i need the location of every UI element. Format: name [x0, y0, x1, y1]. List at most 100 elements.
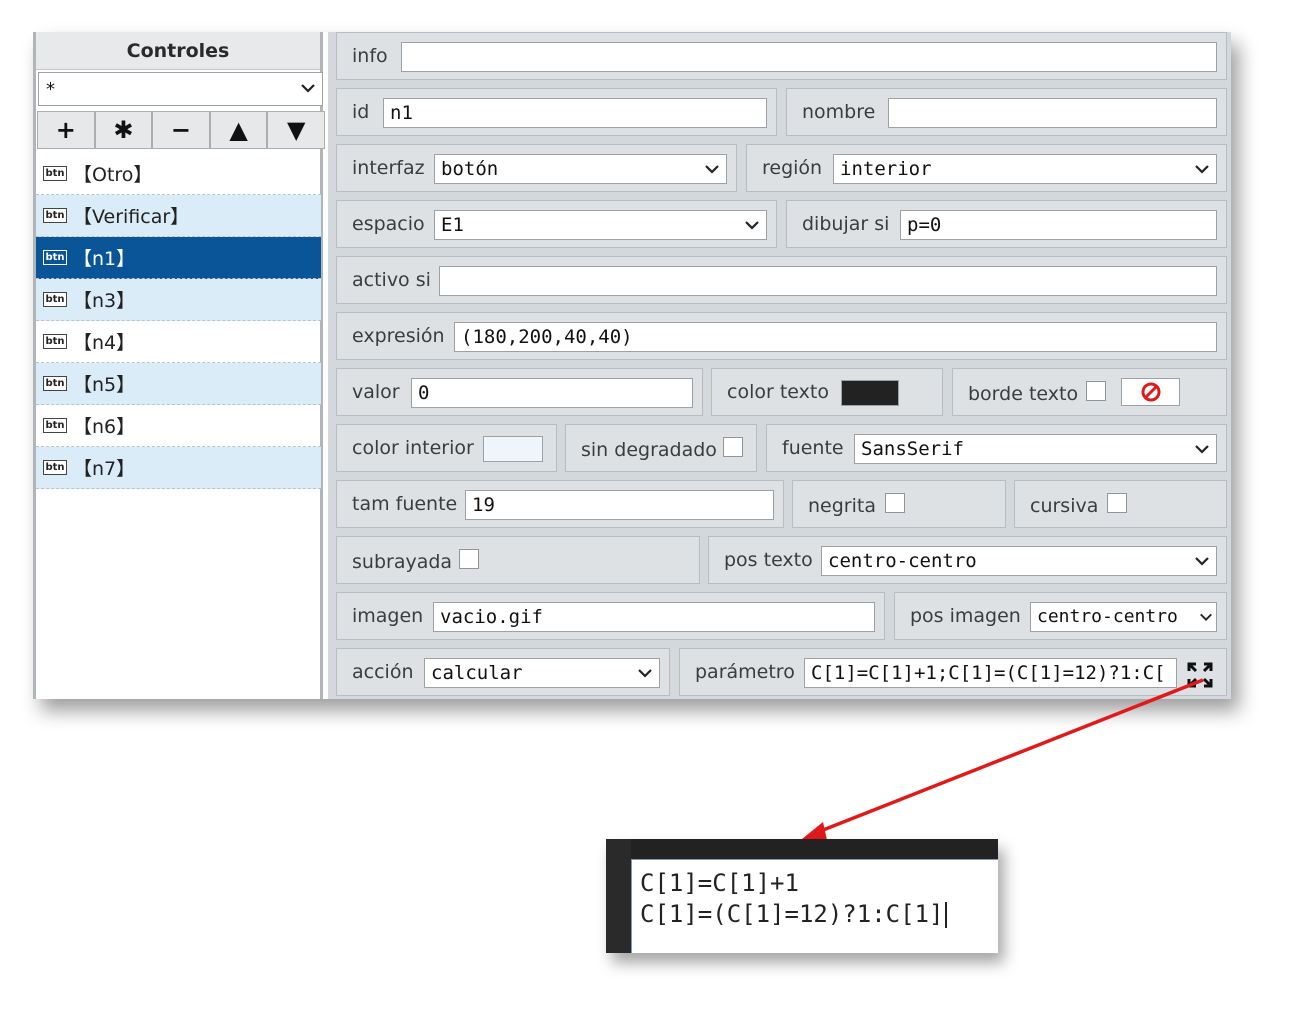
fuente-value: SansSerif	[861, 438, 964, 460]
sin-degradado-checkbox[interactable]	[723, 437, 743, 457]
sin-degradado-field-group: sin degradado	[565, 424, 757, 472]
tam-fuente-label: tam fuente	[352, 493, 458, 515]
valor-input[interactable]: 0	[411, 378, 693, 408]
expresion-field-group: expresión (180,200,40,40)	[336, 312, 1227, 360]
color-texto-label: color texto	[727, 381, 829, 403]
tam-fuente-input[interactable]: 19	[465, 490, 774, 520]
chevron-down-icon	[1200, 613, 1212, 621]
list-item-label: 【n7】	[73, 458, 136, 480]
move-up-button[interactable]: ▲	[209, 111, 268, 149]
id-input[interactable]: n1	[383, 98, 767, 128]
move-down-button[interactable]: ▼	[267, 111, 325, 149]
row-imagen: imagen vacio.gif pos imagen centro-centr…	[336, 592, 1227, 640]
valor-field-group: valor 0	[336, 368, 703, 416]
imagen-field-group: imagen vacio.gif	[336, 592, 885, 640]
espacio-field-group: espacio E1	[336, 200, 777, 248]
parameter-editor-popup: C[1]=C[1]+1 C[1]=(C[1]=12)?1:C[1]	[606, 839, 998, 953]
list-item-label: 【Otro】	[73, 164, 153, 186]
expresion-label: expresión	[352, 325, 445, 347]
color-interior-label: color interior	[352, 437, 474, 459]
dibujar-si-field-group: dibujar si p=0	[786, 200, 1227, 248]
parametro-input[interactable]: C[1]=C[1]+1;C[1]=(C[1]=12)?1:C[	[804, 658, 1177, 688]
parametro-field-group: parámetro C[1]=C[1]+1;C[1]=(C[1]=12)?1:C…	[679, 648, 1227, 696]
chevron-down-icon	[705, 165, 719, 174]
list-item[interactable]: btn 【n3】	[36, 279, 321, 321]
button-type-icon: btn	[43, 292, 67, 307]
espacio-label: espacio	[352, 213, 425, 235]
pos-texto-value: centro-centro	[828, 550, 977, 572]
no-color-icon	[1141, 382, 1161, 402]
row-expresion: expresión (180,200,40,40)	[336, 312, 1227, 360]
button-type-icon: btn	[43, 166, 67, 181]
interfaz-value: botón	[441, 158, 499, 180]
interfaz-select[interactable]: botón	[434, 154, 727, 184]
cursiva-checkbox[interactable]	[1107, 493, 1127, 513]
chevron-down-icon	[1195, 445, 1209, 454]
pos-texto-label: pos texto	[724, 549, 813, 571]
region-select[interactable]: interior	[833, 154, 1217, 184]
interfaz-field-group: interfaz botón	[336, 144, 737, 192]
sin-degradado-label: sin degradado	[581, 439, 717, 461]
pos-imagen-select[interactable]: centro-centro	[1030, 602, 1217, 632]
borde-texto-checkbox[interactable]	[1086, 381, 1106, 401]
list-item[interactable]: btn 【n6】	[36, 405, 321, 447]
borde-texto-field-group: borde texto	[952, 368, 1227, 416]
fuente-field-group: fuente SansSerif	[766, 424, 1227, 472]
list-item[interactable]: btn 【Verificar】	[36, 195, 321, 237]
pos-imagen-field-group: pos imagen centro-centro	[894, 592, 1227, 640]
nombre-field-group: nombre	[786, 88, 1227, 136]
list-item-label: 【n3】	[73, 290, 136, 312]
valor-label: valor	[352, 381, 400, 403]
row-tam-negrita-cursiva: tam fuente 19 negrita cursiva	[336, 480, 1227, 528]
nombre-input[interactable]	[888, 98, 1217, 128]
controls-filter-select[interactable]: *	[38, 72, 323, 106]
fuente-select[interactable]: SansSerif	[854, 434, 1217, 464]
info-field-group: info	[336, 32, 1227, 80]
region-label: región	[762, 157, 823, 179]
imagen-label: imagen	[352, 605, 424, 627]
row-info: info	[336, 32, 1227, 80]
remove-control-button[interactable]: −	[152, 111, 210, 149]
button-type-icon: btn	[43, 334, 67, 349]
button-type-icon: btn	[43, 376, 67, 391]
parameter-editor-textarea[interactable]: C[1]=C[1]+1 C[1]=(C[1]=12)?1:C[1]	[631, 859, 998, 953]
list-item-selected[interactable]: btn 【n1】	[36, 237, 321, 279]
controls-toolbar: + ✱ − ▲ ▼	[37, 111, 325, 149]
editor-line-2: C[1]=(C[1]=12)?1:C[1]	[640, 900, 948, 928]
list-item-label: 【n1】	[73, 248, 136, 270]
subrayada-checkbox[interactable]	[459, 549, 479, 569]
fuente-label: fuente	[782, 437, 844, 459]
list-item[interactable]: btn 【n4】	[36, 321, 321, 363]
color-texto-swatch[interactable]	[841, 380, 899, 406]
chevron-down-icon	[1195, 557, 1209, 566]
list-item[interactable]: btn 【Otro】	[36, 153, 321, 195]
add-control-button[interactable]: +	[37, 111, 95, 149]
activo-si-field-group: activo si	[336, 256, 1227, 304]
expand-icon[interactable]	[1187, 662, 1213, 688]
negrita-checkbox[interactable]	[885, 493, 905, 513]
imagen-input[interactable]: vacio.gif	[433, 602, 875, 632]
filter-value: *	[46, 79, 55, 100]
accion-select[interactable]: calcular	[424, 658, 660, 688]
activo-si-input[interactable]	[439, 266, 1217, 296]
pos-imagen-label: pos imagen	[910, 605, 1021, 627]
editor-line-1: C[1]=C[1]+1	[640, 869, 799, 897]
editor-window: Controles * + ✱ − ▲ ▼ btn 【Otro】 btn 【Veri…	[33, 32, 1231, 699]
espacio-value: E1	[441, 214, 464, 236]
duplicate-control-button[interactable]: ✱	[94, 111, 153, 149]
list-item[interactable]: btn 【n5】	[36, 363, 321, 405]
info-label: info	[352, 45, 388, 67]
color-interior-field-group: color interior	[336, 424, 557, 472]
row-valor-colores: valor 0 color texto borde texto	[336, 368, 1227, 416]
info-input[interactable]	[401, 42, 1217, 72]
nombre-label: nombre	[802, 101, 876, 123]
row-interfaz-region: interfaz botón región interior	[336, 144, 1227, 192]
color-interior-swatch[interactable]	[483, 436, 543, 462]
espacio-select[interactable]: E1	[434, 210, 767, 240]
row-interior-fuente: color interior sin degradado fuente Sans…	[336, 424, 1227, 472]
dibujar-si-input[interactable]: p=0	[900, 210, 1217, 240]
pos-texto-select[interactable]: centro-centro	[821, 546, 1217, 576]
borde-texto-color-button[interactable]	[1121, 378, 1180, 406]
expresion-input[interactable]: (180,200,40,40)	[454, 322, 1217, 352]
list-item[interactable]: btn 【n7】	[36, 447, 321, 489]
